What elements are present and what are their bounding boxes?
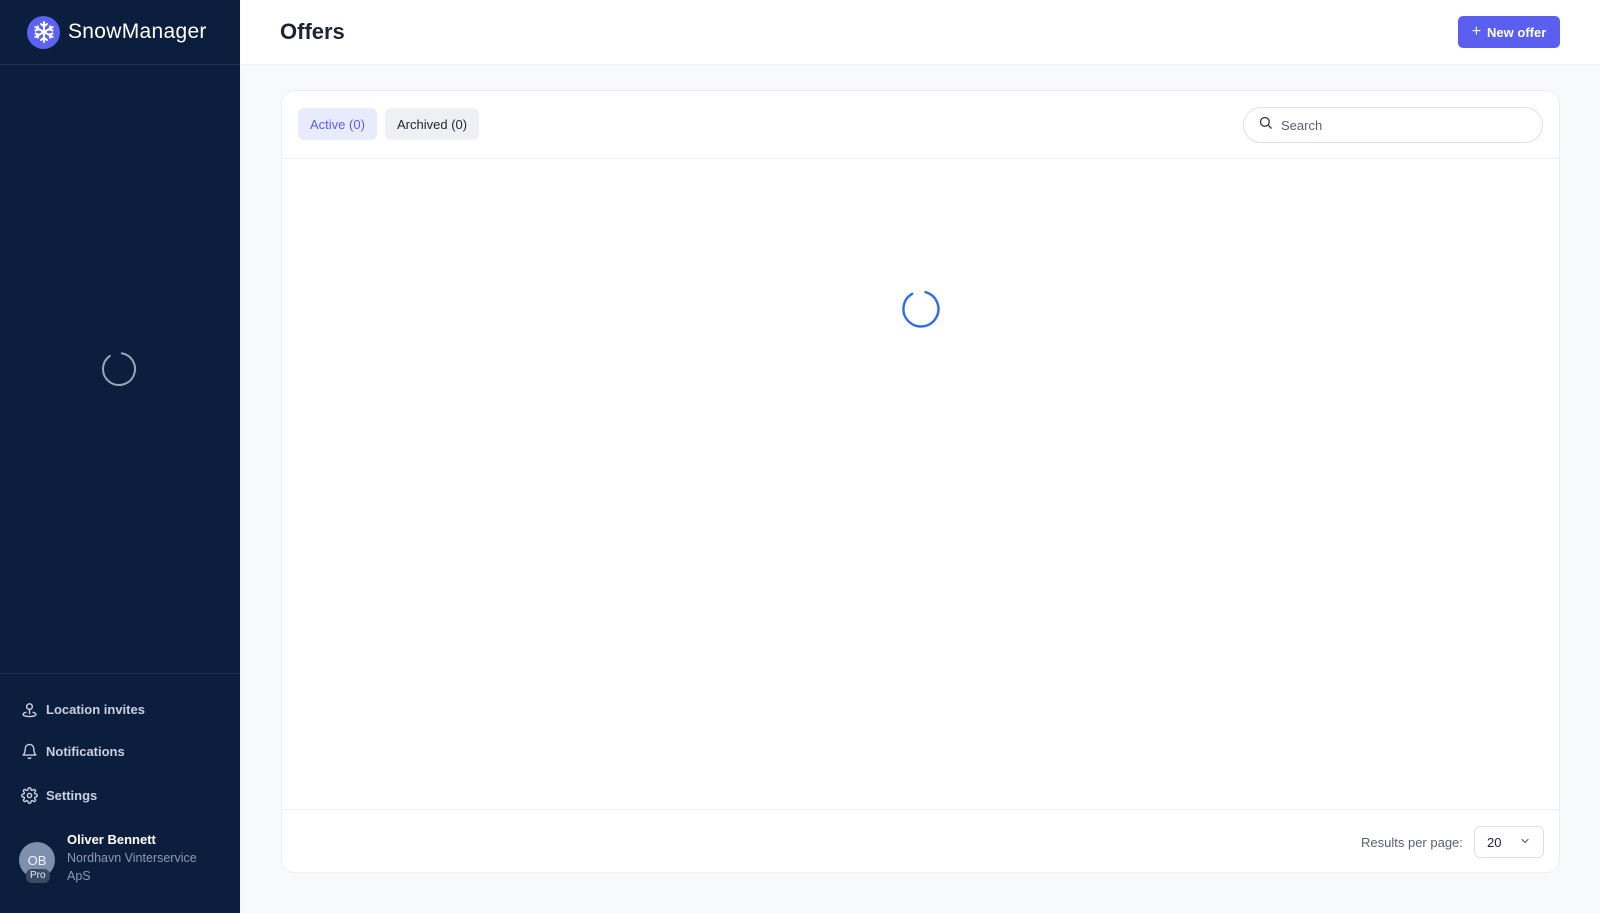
offers-loading-spinner	[900, 288, 942, 330]
user-profile[interactable]: OB Pro Oliver Bennett Nordhavn Vinterser…	[19, 832, 207, 885]
page-header: Offers + New offer	[240, 0, 1600, 65]
user-organization: Nordhavn Vinterservice ApS	[67, 851, 197, 883]
avatar: OB Pro	[19, 842, 55, 883]
sidebar-loading-spinner	[99, 349, 139, 389]
search-input[interactable]	[1281, 117, 1521, 133]
offers-card: Active (0) Archived (0) Results per page…	[281, 90, 1560, 873]
chevron-down-icon	[1519, 835, 1531, 850]
sidebar-item-notifications[interactable]: Notifications	[20, 742, 125, 760]
tab-count: (0)	[349, 116, 365, 132]
app-name: SnowManager	[68, 20, 207, 43]
tab-label: Archived	[397, 116, 448, 132]
brand[interactable]: SnowManager	[0, 0, 240, 65]
sidebar: SnowManager Location invites Notificatio…	[0, 0, 240, 913]
plan-badge: Pro	[26, 869, 50, 883]
results-per-page-value: 20	[1487, 834, 1502, 850]
snowflake-icon	[27, 15, 60, 49]
location-pin-icon	[20, 700, 38, 718]
new-offer-button[interactable]: + New offer	[1458, 16, 1560, 48]
gear-icon	[20, 786, 38, 804]
tab-label: Active	[310, 116, 346, 132]
page-title: Offers	[280, 19, 345, 44]
tab-count: (0)	[451, 116, 468, 132]
sidebar-bottom-divider	[0, 673, 240, 674]
new-offer-label: New offer	[1487, 24, 1547, 40]
bell-icon	[20, 742, 38, 760]
sidebar-item-settings[interactable]: Settings	[20, 786, 97, 804]
offers-toolbar: Active (0) Archived (0)	[282, 91, 1559, 159]
sidebar-item-label: Location invites	[46, 701, 145, 717]
plus-icon: +	[1471, 23, 1482, 40]
avatar-initials: OB	[27, 852, 47, 868]
sidebar-item-label: Notifications	[46, 743, 125, 759]
results-per-page-label: Results per page:	[1361, 835, 1463, 850]
pagination-footer: Results per page: 20	[282, 809, 1559, 873]
search-box[interactable]	[1243, 107, 1543, 143]
user-name: Oliver Bennett	[67, 832, 156, 847]
results-per-page-select[interactable]: 20	[1474, 826, 1544, 858]
sidebar-item-location-invites[interactable]: Location invites	[20, 700, 145, 718]
tab-archived[interactable]: Archived (0)	[385, 108, 480, 140]
tab-active[interactable]: Active (0)	[298, 108, 377, 140]
search-icon	[1258, 115, 1273, 135]
sidebar-item-label: Settings	[46, 787, 98, 803]
